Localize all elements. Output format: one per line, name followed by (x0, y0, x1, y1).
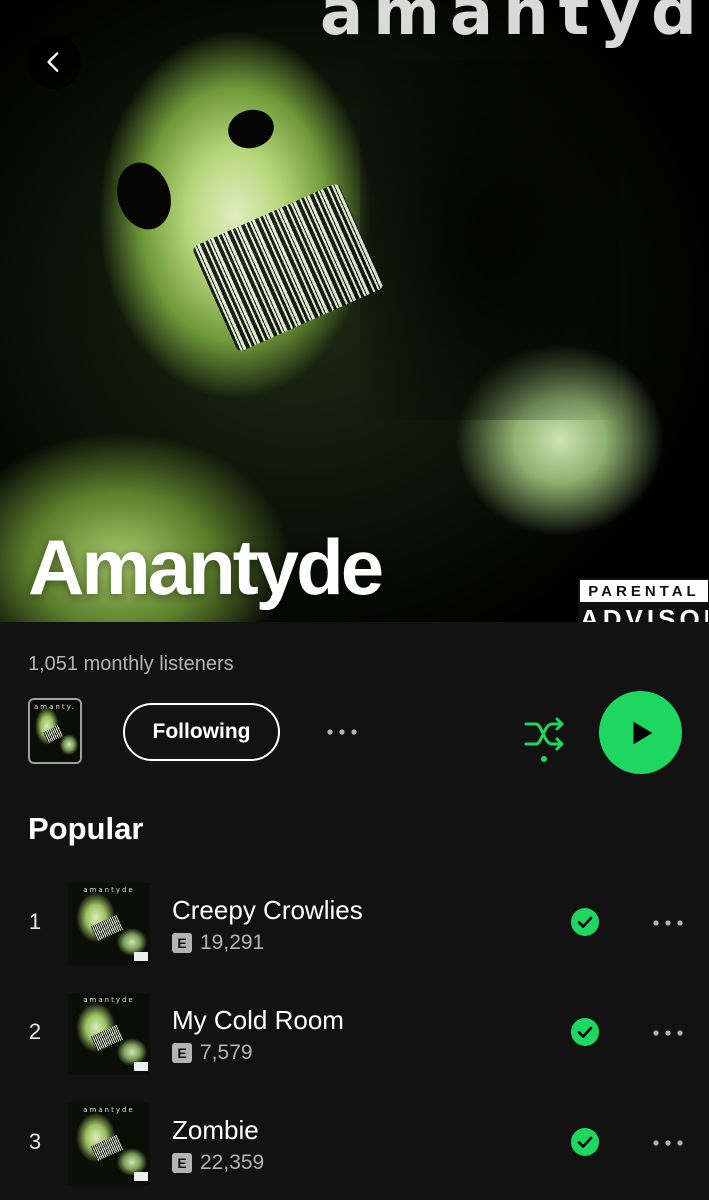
hero-eye-left (108, 155, 180, 237)
hero-eye-right (224, 105, 278, 153)
parental-advisory-label: PARENTAL ADVISORY (578, 578, 708, 622)
track-meta: E 7,579 (172, 1041, 253, 1065)
hero-barcode (191, 182, 385, 353)
more-options-button[interactable] (320, 718, 364, 746)
track-row[interactable]: 3 amantyde Zombie E 22,359 (0, 1103, 709, 1195)
track-number: 3 (28, 1129, 42, 1154)
back-button[interactable] (27, 35, 81, 89)
track-cover-label: amantyde (83, 1106, 135, 1114)
explicit-badge: E (172, 933, 192, 953)
track-cover-advisory (134, 1172, 148, 1181)
shuffle-icon (524, 717, 564, 762)
advisory-line-1: PARENTAL (588, 583, 700, 600)
track-cover-art: amantyde (68, 1103, 150, 1185)
track-cover: amantyde (68, 993, 150, 1075)
mini-cover-barcode (43, 724, 64, 744)
explicit-badge: E (172, 1043, 192, 1063)
check-circle-icon (571, 1128, 599, 1156)
track-cover-label: amantyde (83, 996, 135, 1004)
track-title: My Cold Room (172, 1005, 344, 1035)
mini-cover-art: amanty. (30, 700, 80, 762)
track-play-count: 22,359 (200, 1151, 265, 1174)
track-title: Creepy Crowlies (172, 895, 363, 925)
following-button[interactable]: Following (123, 703, 280, 761)
track-more-button[interactable] (648, 1021, 688, 1045)
track-cover-advisory (134, 1062, 148, 1071)
track-play-count: 19,291 (200, 931, 265, 954)
track-title: Zombie (172, 1115, 259, 1145)
track-cover-label: amantyde (83, 886, 135, 894)
track-more-button[interactable] (648, 911, 688, 935)
track-number: 2 (28, 1019, 42, 1044)
track-more-button[interactable] (648, 1131, 688, 1155)
explicit-badge: E (172, 1153, 192, 1173)
cover-title-text: amantyde (320, 0, 709, 50)
artist-name: Amantyde (28, 523, 384, 611)
mini-cover-label: amanty. (34, 703, 76, 711)
track-cover-art: amantyde (68, 883, 150, 965)
monthly-listeners: 1,051 monthly listeners (28, 653, 234, 675)
track-number: 1 (28, 909, 42, 934)
track-cover-barcode (90, 1024, 123, 1052)
artist-mini-cover[interactable]: amanty. (28, 698, 82, 764)
artist-header-image: amantyde Amantyde PARENTAL ADVISORY (0, 0, 709, 622)
popular-section-title: Popular (28, 811, 144, 846)
track-cover-advisory (134, 952, 148, 961)
more-horizontal-icon (327, 729, 357, 735)
track-row[interactable]: 1 amantyde Creepy Crowlies E 19,291 (0, 883, 709, 975)
play-icon (633, 721, 652, 744)
check-circle-icon (571, 1018, 599, 1046)
track-row[interactable]: 2 amantyde My Cold Room E 7,579 (0, 993, 709, 1085)
chevron-left-icon (47, 52, 59, 72)
track-cover-art: amantyde (68, 993, 150, 1075)
play-button[interactable] (599, 691, 682, 774)
track-cover-barcode (90, 914, 123, 942)
hero-shadow (360, 60, 620, 420)
check-circle-icon (571, 908, 599, 936)
shuffle-button[interactable] (520, 712, 570, 768)
track-play-count: 7,579 (200, 1041, 253, 1064)
track-cover-barcode (90, 1134, 123, 1162)
track-cover: amantyde (68, 883, 150, 965)
track-meta: E 22,359 (172, 1151, 264, 1175)
track-cover: amantyde (68, 1103, 150, 1185)
track-meta: E 19,291 (172, 931, 264, 955)
advisory-line-2: ADVISORY (580, 602, 708, 622)
